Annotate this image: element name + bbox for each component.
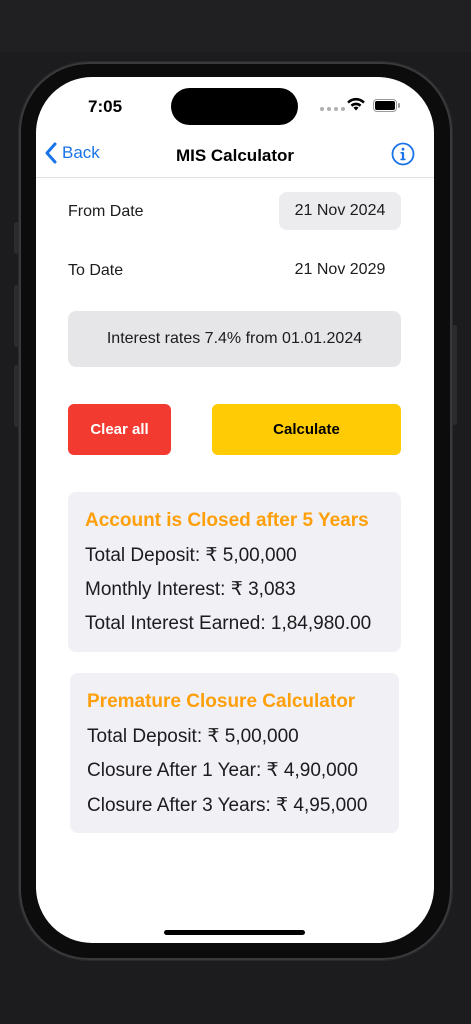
- page-title: MIS Calculator: [175, 146, 295, 165]
- side-button-power: [452, 325, 457, 425]
- app-stage: 7:05 Back MIS Calculator From Date 21 No…: [0, 0, 471, 1024]
- side-button-action: [14, 222, 19, 254]
- closure-after-1-year: Closure After 1 Year: ₹ 4,90,000: [87, 760, 358, 781]
- closure-after-3-years: Closure After 3 Years: ₹ 4,95,000: [87, 795, 368, 816]
- maturity-result-card: Account is Closed after 5 Years Total De…: [68, 492, 401, 652]
- navigation-bar: Back MIS Calculator: [36, 133, 434, 178]
- to-date-label: To Date: [68, 262, 124, 279]
- from-date-label: From Date: [68, 203, 144, 220]
- phone-screen: 7:05 Back MIS Calculator From Date 21 No…: [36, 77, 434, 943]
- home-indicator[interactable]: [164, 930, 305, 935]
- signal-dots-icon: [320, 107, 345, 111]
- info-circle-icon: [391, 142, 415, 166]
- total-deposit-value: Total Deposit: ₹ 5,00,000: [85, 545, 297, 566]
- monthly-interest-value: Monthly Interest: ₹ 3,083: [85, 579, 296, 600]
- info-button[interactable]: [391, 142, 415, 171]
- dynamic-island: [171, 88, 298, 125]
- wifi-icon: [347, 97, 365, 111]
- clear-all-button[interactable]: Clear all: [68, 404, 171, 455]
- battery-icon: [373, 99, 400, 112]
- interest-rate-note: Interest rates 7.4% from 01.01.2024: [68, 311, 401, 367]
- premature-closure-card: Premature Closure Calculator Total Depos…: [70, 673, 399, 833]
- status-time: 7:05: [88, 97, 123, 116]
- total-interest-value: Total Interest Earned: 1,84,980.00: [85, 613, 372, 634]
- calculate-button[interactable]: Calculate: [212, 404, 401, 455]
- premature-total-deposit: Total Deposit: ₹ 5,00,000: [87, 726, 299, 747]
- premature-card-title: Premature Closure Calculator: [87, 691, 356, 712]
- from-date-picker[interactable]: 21 Nov 2024: [279, 192, 401, 230]
- top-band: [0, 0, 471, 52]
- side-button-volume-down: [14, 365, 19, 427]
- side-button-volume-up: [14, 285, 19, 347]
- maturity-card-title: Account is Closed after 5 Years: [85, 510, 369, 531]
- to-date-picker[interactable]: 21 Nov 2029: [279, 251, 401, 289]
